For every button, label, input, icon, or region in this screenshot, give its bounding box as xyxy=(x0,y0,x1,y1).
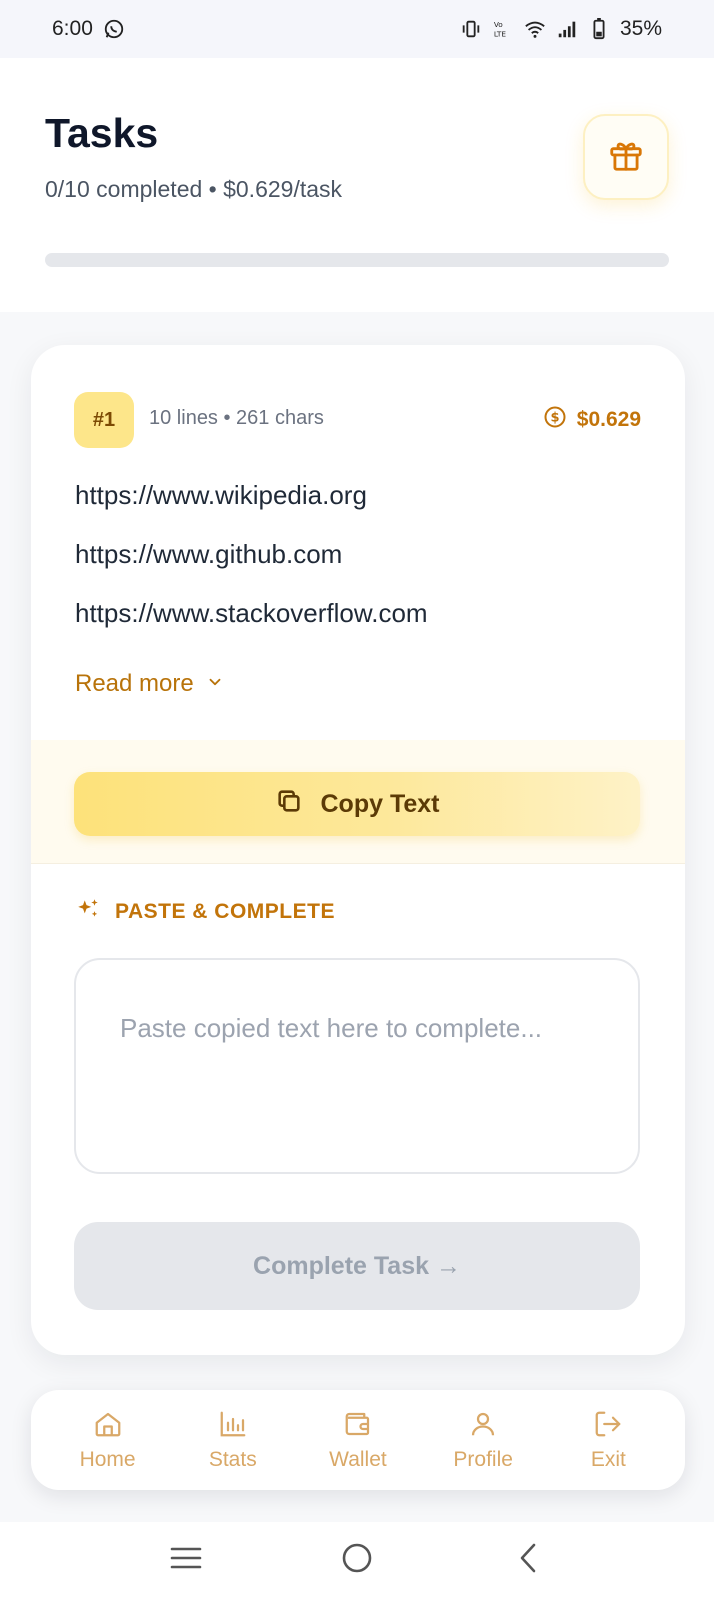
nav-label: Stats xyxy=(208,1448,257,1471)
whatsapp-icon xyxy=(103,18,125,40)
nav-label: Wallet xyxy=(329,1448,387,1471)
sparkles-icon xyxy=(75,896,101,928)
read-more-label: Read more xyxy=(75,670,194,697)
task-card: #1 10 lines • 261 chars $ $0.629 https:/… xyxy=(31,345,685,1355)
task-reward: $ $0.629 xyxy=(543,405,641,435)
user-icon xyxy=(467,1408,499,1440)
status-time: 6:00 xyxy=(52,17,93,40)
recent-apps-button[interactable] xyxy=(156,1531,216,1591)
nav-label: Exit xyxy=(590,1448,626,1471)
nav-item-profile[interactable]: Profile xyxy=(428,1408,538,1472)
menu-icon xyxy=(169,1545,203,1576)
chart-icon xyxy=(217,1408,249,1440)
gift-icon xyxy=(607,136,645,179)
task-line: https://www.stackoverflow.com xyxy=(75,598,428,628)
circle-icon xyxy=(340,1541,374,1580)
status-bar: 6:00 Vo LTE 35% xyxy=(0,0,714,58)
header: Tasks 0/10 completed • $0.629/task xyxy=(0,58,714,312)
paste-section-label-text: PASTE & COMPLETE xyxy=(115,900,335,923)
bottom-nav: Home Stats Wallet Profile Exit xyxy=(31,1390,685,1490)
copy-section: Copy Text xyxy=(31,740,685,864)
page-subtitle: 0/10 completed • $0.629/task xyxy=(45,176,343,202)
battery-level: 35% xyxy=(619,17,662,40)
task-line: https://www.github.com xyxy=(75,539,343,569)
back-button[interactable] xyxy=(498,1531,558,1591)
read-more-link[interactable]: Read more xyxy=(75,670,224,698)
home-icon xyxy=(92,1408,124,1440)
task-number-badge: #1 xyxy=(74,392,134,448)
complete-task-button[interactable]: Complete Task → xyxy=(74,1222,640,1310)
logout-icon xyxy=(592,1408,624,1440)
paste-text-input[interactable] xyxy=(74,958,640,1174)
gift-button[interactable] xyxy=(583,114,669,200)
task-meta: 10 lines • 261 chars xyxy=(149,407,324,429)
progress-bar xyxy=(45,253,669,267)
svg-text:$: $ xyxy=(550,411,559,426)
status-left: 6:00 xyxy=(52,17,125,41)
nav-item-home[interactable]: Home xyxy=(53,1408,163,1472)
nav-label: Profile xyxy=(453,1448,513,1471)
nav-item-exit[interactable]: Exit xyxy=(553,1408,663,1472)
svg-text:Vo: Vo xyxy=(494,20,503,29)
copy-icon xyxy=(275,787,303,822)
task-reward-amount: $0.629 xyxy=(576,408,641,431)
svg-text:LTE: LTE xyxy=(494,29,507,38)
volte-icon: Vo LTE xyxy=(492,18,514,40)
copy-text-button[interactable]: Copy Text xyxy=(74,772,640,836)
paste-section-label: PASTE & COMPLETE xyxy=(75,896,335,928)
nav-item-wallet[interactable]: Wallet xyxy=(303,1408,413,1472)
task-line: https://www.wikipedia.org xyxy=(75,480,367,510)
nav-item-stats[interactable]: Stats xyxy=(178,1408,288,1472)
system-nav xyxy=(0,1522,714,1599)
page-title: Tasks xyxy=(45,110,159,156)
chevron-down-icon xyxy=(206,670,224,698)
home-button[interactable] xyxy=(327,1531,387,1591)
dollar-coin-icon: $ xyxy=(543,405,567,435)
status-right: Vo LTE 35% xyxy=(460,17,662,41)
copy-text-label: Copy Text xyxy=(320,789,440,818)
signal-icon xyxy=(556,18,578,40)
vibrate-icon xyxy=(460,18,482,40)
wifi-icon xyxy=(524,18,546,40)
task-text: https://www.wikipedia.org https://www.gi… xyxy=(75,471,428,648)
battery-icon xyxy=(588,18,610,40)
wallet-icon xyxy=(342,1408,374,1440)
nav-label: Home xyxy=(79,1448,136,1471)
chevron-left-icon xyxy=(516,1541,540,1580)
